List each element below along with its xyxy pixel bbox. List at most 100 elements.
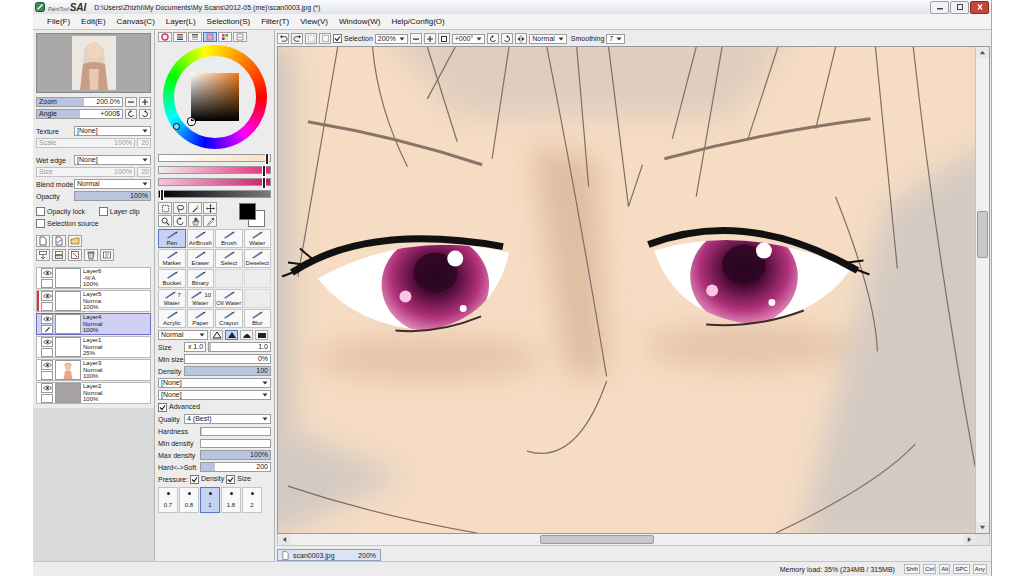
foreground-color-swatch[interactable] (239, 203, 256, 220)
layer-properties-button[interactable] (100, 249, 114, 261)
brush-tip-shape[interactable] (240, 330, 253, 340)
tool-button[interactable]: Blur (244, 309, 272, 328)
brush-size-preset[interactable]: 0.8 (179, 487, 199, 513)
current-colors[interactable] (239, 203, 265, 227)
horizontal-scroll-thumb[interactable] (540, 535, 654, 544)
zoom-reset-button[interactable] (438, 33, 450, 44)
brush-tip-shape[interactable] (210, 330, 223, 340)
rect-select-button[interactable] (158, 202, 172, 214)
scroll-up-button[interactable] (976, 47, 989, 58)
color-slider[interactable] (158, 166, 271, 174)
color-wheel[interactable] (163, 45, 267, 149)
tool-button[interactable]: Paper (187, 309, 215, 328)
tool-button[interactable]: 10Water (187, 289, 215, 308)
saturation-value-square[interactable] (191, 73, 239, 121)
vertical-scrollbar[interactable] (975, 47, 989, 533)
menu-item[interactable]: Help/Config(O) (391, 17, 444, 26)
rotate-left-button[interactable] (125, 109, 137, 119)
clear-layer-button[interactable] (68, 249, 82, 261)
tool-button[interactable]: Water (244, 229, 272, 248)
color-mode-tab[interactable] (203, 32, 217, 42)
scroll-down-button[interactable] (976, 522, 989, 533)
color-mode-tab[interactable] (188, 32, 202, 42)
transfer-down-button[interactable] (36, 249, 50, 261)
brush-tip-shape[interactable] (255, 330, 268, 340)
layer-item[interactable]: Layer4Normal100% (36, 313, 151, 335)
new-linework-layer-button[interactable] (52, 235, 66, 247)
canvas-angle-dropdown[interactable]: +000° (452, 34, 486, 44)
deselect-button[interactable] (305, 33, 317, 44)
tool-button[interactable]: Pen (158, 229, 186, 248)
brush-size-preset[interactable]: 1.8 (221, 487, 241, 513)
zoom-tool-button[interactable] (158, 215, 172, 227)
tool-button[interactable]: Oil Water (215, 289, 243, 308)
tool-button[interactable]: AirBrush (187, 229, 215, 248)
zoom-slider[interactable]: Zoom200.0% (36, 97, 123, 107)
canvas-zoom-out-button[interactable] (410, 33, 422, 44)
layer-item[interactable]: Layer1Normal25% (36, 336, 151, 358)
brush-texture-dropdown[interactable]: [None] (158, 378, 271, 388)
size-multiplier-dropdown[interactable]: x 1.0 (184, 342, 206, 352)
opacity-slider[interactable]: 100% (74, 191, 151, 201)
undo-button[interactable] (277, 33, 289, 44)
tool-button[interactable]: Brush (215, 229, 243, 248)
magic-wand-button[interactable] (188, 202, 202, 214)
new-folder-button[interactable] (68, 235, 82, 247)
flip-button[interactable] (515, 33, 527, 44)
angle-slider[interactable]: Angle+000$ (36, 109, 123, 119)
hand-tool-button[interactable] (188, 215, 202, 227)
pressure-checkbox[interactable]: Density (190, 475, 224, 484)
tool-button[interactable]: Select (215, 249, 243, 268)
color-slider[interactable] (158, 178, 271, 186)
selection-checkbox[interactable]: Selection (333, 34, 373, 43)
stabilizer-mode-dropdown[interactable]: Normal (529, 34, 567, 44)
redo-button[interactable] (291, 33, 303, 44)
zoom-in-button[interactable] (139, 97, 151, 107)
layer-item[interactable]: Layer6-%'A100% (36, 267, 151, 289)
document-tab[interactable]: scan0003.jpg200% (277, 549, 381, 561)
advanced-param-slider[interactable]: 200 (200, 462, 271, 472)
advanced-checkbox[interactable]: Advanced (158, 402, 271, 412)
layer-visibility[interactable] (41, 360, 53, 380)
tool-button[interactable]: Binary (187, 269, 215, 288)
canvas-rotate-right-button[interactable] (501, 33, 513, 44)
tool-button[interactable]: Marker (158, 249, 186, 268)
vertical-scroll-thumb[interactable] (977, 211, 988, 257)
layer-item[interactable]: Layer2Normal100% (36, 382, 151, 404)
brush-size-slider[interactable]: 1.0 (208, 342, 271, 352)
layer-visibility[interactable] (41, 268, 53, 288)
tool-button[interactable]: Bucket (158, 269, 186, 288)
delete-layer-button[interactable] (84, 249, 98, 261)
close-button[interactable] (970, 1, 989, 14)
quality-dropdown[interactable]: 4 (Best) (184, 414, 271, 424)
new-layer-button[interactable] (36, 235, 50, 247)
advanced-param-slider[interactable] (200, 427, 271, 436)
move-button[interactable] (203, 202, 217, 214)
layer-visibility[interactable] (41, 314, 53, 334)
lasso-button[interactable] (173, 202, 187, 214)
maximize-button[interactable] (950, 1, 969, 14)
tool-button[interactable]: Crayon (215, 309, 243, 328)
brush-size-preset[interactable]: 1 (200, 487, 220, 513)
zoom-out-button[interactable] (125, 97, 137, 107)
color-mode-tab[interactable] (218, 32, 232, 42)
brush-size-preset[interactable]: 2 (242, 487, 262, 513)
menu-item[interactable]: Selection(S) (207, 17, 251, 26)
layer-visibility[interactable] (41, 383, 53, 403)
tool-button[interactable]: 7Water (158, 289, 186, 308)
horizontal-scrollbar[interactable] (277, 534, 990, 546)
layer-item[interactable]: Layer3Normal100% (36, 359, 151, 381)
layer-item[interactable]: Layer5Norma100% (36, 290, 151, 312)
canvas-zoom-dropdown[interactable]: 200% (375, 34, 408, 44)
scroll-right-button[interactable] (963, 534, 976, 545)
minimize-button[interactable] (930, 1, 949, 14)
layer-visibility[interactable] (41, 337, 53, 357)
invert-selection-button[interactable] (319, 33, 331, 44)
color-slider[interactable] (158, 190, 271, 198)
canvas-rotate-left-button[interactable] (487, 33, 499, 44)
brush-tip-shape[interactable] (225, 330, 238, 340)
menu-item[interactable]: Filter(T) (261, 17, 289, 26)
smoothing-dropdown[interactable]: 7 (606, 34, 625, 44)
brush-size-preset[interactable]: 0.7 (158, 487, 178, 513)
menu-item[interactable]: View(V) (300, 17, 328, 26)
